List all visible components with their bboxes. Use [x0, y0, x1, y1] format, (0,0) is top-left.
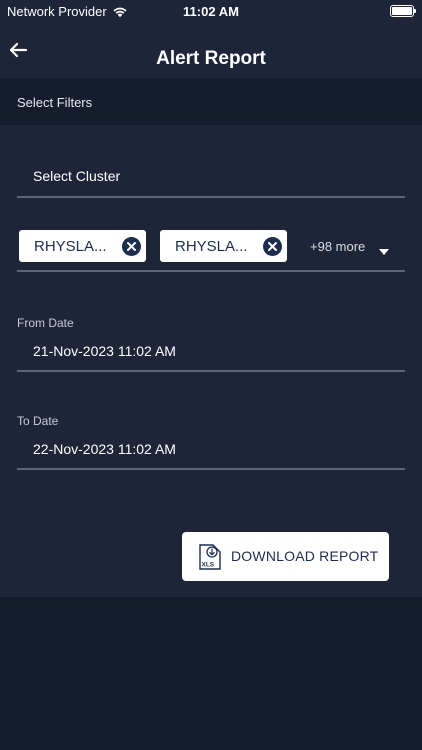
nav-bar: Alert Report [0, 24, 422, 78]
to-date-value: 22-Nov-2023 11:02 AM [33, 441, 176, 457]
cluster-field-underline [17, 196, 405, 198]
page-title: Alert Report [156, 48, 266, 69]
chips-field-underline [17, 270, 405, 272]
from-date-field[interactable]: 21-Nov-2023 11:02 AM [17, 333, 405, 371]
filters-section-label: Select Filters [17, 95, 93, 110]
to-date-underline [17, 468, 405, 470]
filters-panel: Select Cluster RHYSLA... RHYSLA... +98 m… [0, 125, 422, 597]
battery-icon [390, 5, 416, 17]
status-bar: Network Provider 11:02 AM [0, 0, 422, 24]
from-date-underline [17, 370, 405, 372]
chevron-down-icon[interactable] [379, 249, 389, 255]
cluster-select-field[interactable]: Select Cluster [17, 155, 405, 197]
to-date-field[interactable]: 22-Nov-2023 11:02 AM [17, 431, 405, 469]
download-report-label: DOWNLOAD REPORT [231, 548, 379, 564]
filters-section-header: Select Filters [0, 78, 422, 125]
to-date-label: To Date [17, 414, 59, 428]
from-date-label: From Date [17, 316, 74, 330]
cluster-chip-label: RHYSLA... [34, 238, 107, 255]
close-icon[interactable] [122, 237, 141, 256]
xls-download-icon: XLS [199, 544, 221, 570]
cluster-select-label: Select Cluster [33, 168, 121, 184]
close-icon[interactable] [263, 237, 282, 256]
xls-icon-text: XLS [202, 562, 215, 569]
cluster-chip-label: RHYSLA... [175, 238, 248, 255]
download-report-button[interactable]: XLS DOWNLOAD REPORT [182, 532, 389, 581]
cluster-chip[interactable]: RHYSLA... [160, 230, 287, 262]
cluster-chip[interactable]: RHYSLA... [19, 230, 146, 262]
status-time: 11:02 AM [183, 4, 239, 19]
from-date-value: 21-Nov-2023 11:02 AM [33, 343, 176, 359]
more-clusters-count[interactable]: +98 more [310, 239, 365, 254]
